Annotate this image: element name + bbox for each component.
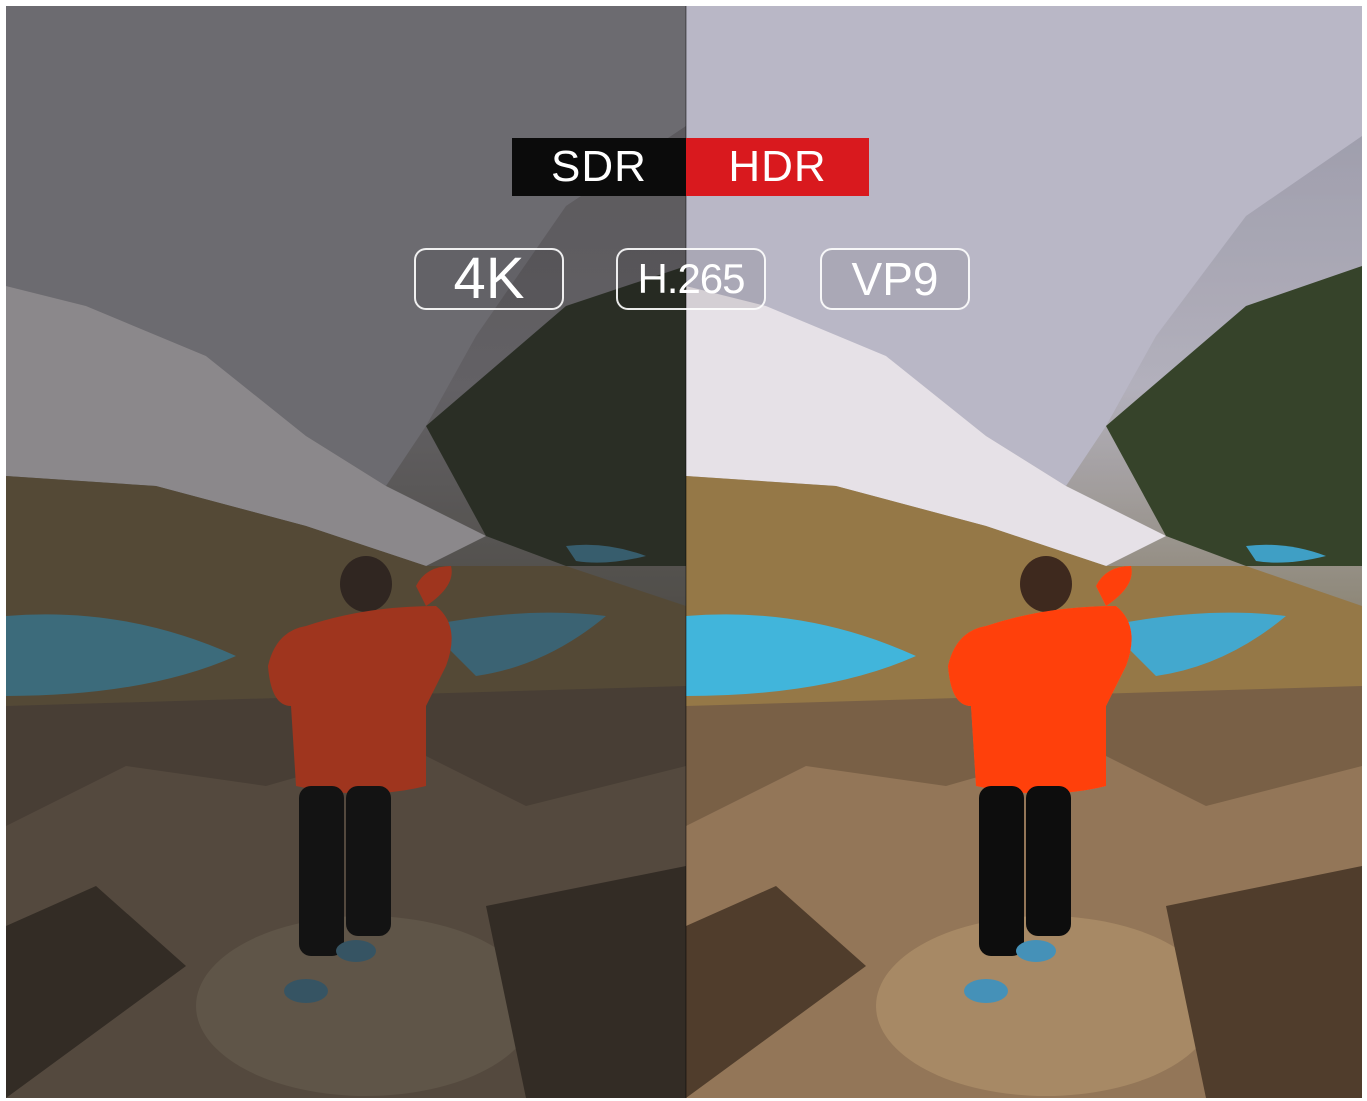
- badge-h265: H.265: [616, 248, 766, 310]
- comparison-image: SDR HDR 4K H.265 VP9: [0, 0, 1367, 1101]
- badge-vp9: VP9: [820, 248, 970, 310]
- hdr-label: HDR: [686, 138, 869, 196]
- sdr-label: SDR: [512, 138, 686, 196]
- badge-4k: 4K: [414, 248, 564, 310]
